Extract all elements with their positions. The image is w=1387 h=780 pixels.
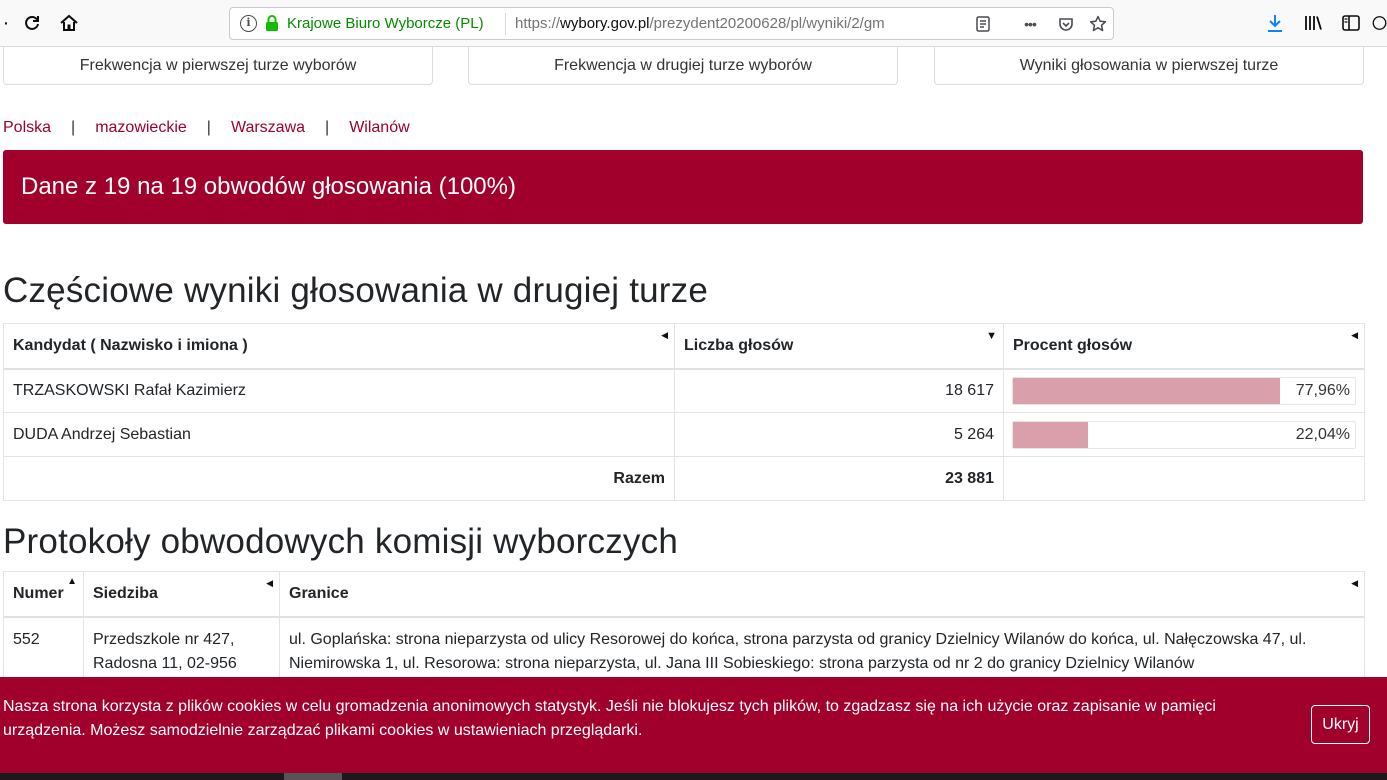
sidebar-icon[interactable] <box>1337 9 1365 37</box>
protocols-heading: Protokoły obwodowych komisji wyborczych <box>3 522 678 561</box>
breadcrumb-separator: | <box>206 119 211 136</box>
breadcrumb-link-city[interactable]: Warszawa <box>231 119 305 136</box>
vote-count: 18 617 <box>674 368 1004 413</box>
percent-label: 22,04% <box>1295 425 1350 443</box>
column-header-label: Siedziba <box>93 584 158 602</box>
breadcrumb-separator: | <box>71 119 76 136</box>
results-heading: Częściowe wyniki głosowania w drugiej tu… <box>3 271 709 310</box>
breadcrumb-link-district[interactable]: Wilanów <box>349 119 409 136</box>
reader-view-icon[interactable] <box>971 12 995 36</box>
tab-turnout-first-round[interactable]: Frekwencja w pierwszej turze wyborów <box>3 47 433 85</box>
table-row[interactable]: 552 Przedszkole nr 427, Radosna 11, 02-9… <box>3 616 1365 687</box>
percent-bar-fill <box>1013 421 1089 448</box>
tab-turnout-second-round[interactable]: Frekwencja w drugiej turze wyborów <box>468 47 898 85</box>
sort-left-icon: ◀ <box>1351 578 1358 588</box>
column-header-label: Liczba głosów <box>684 336 794 354</box>
url-separator <box>505 13 506 35</box>
results-header-row: Kandydat ( Nazwisko i imiona ) ◀ Liczba g… <box>3 323 1365 370</box>
column-header-number[interactable]: Numer ▲ <box>3 571 84 618</box>
district-seat: Przedszkole nr 427, Radosna 11, 02-956 <box>83 616 280 687</box>
total-empty-cell <box>1003 456 1365 501</box>
column-header-percent[interactable]: Procent głosów ◀ <box>1003 323 1365 370</box>
candidate-name: DUDA Andrzej Sebastian <box>3 412 675 457</box>
results-table: Kandydat ( Nazwisko i imiona ) ◀ Liczba g… <box>3 323 1365 501</box>
info-icon[interactable]: i <box>240 15 257 32</box>
data-coverage-banner: Dane z 19 na 19 obwodów głosowania (100%… <box>3 150 1363 224</box>
pocket-icon[interactable] <box>1054 12 1078 36</box>
sort-up-icon: ▲ <box>67 576 77 587</box>
percent-bar-fill <box>1013 377 1280 404</box>
home-icon[interactable] <box>55 9 83 37</box>
column-header-label: Procent głosów <box>1013 336 1133 354</box>
tab-results-first-round[interactable]: Wyniki głosowania w pierwszej turze <box>934 47 1364 85</box>
total-row: Razem 23 881 <box>3 456 1365 501</box>
sort-left-icon: ◀ <box>266 578 273 588</box>
url-text[interactable]: https://wybory.gov.pl/prezydent20200628/… <box>515 15 933 32</box>
browser-toolbar: · i Krajowe Biuro Wyborcze (PL) https://… <box>0 0 1387 47</box>
cookie-banner: Nasza strona korzysta z plików cookies w… <box>0 677 1387 773</box>
breadcrumb-link-voivodeship[interactable]: mazowieckie <box>95 119 187 136</box>
os-taskbar <box>0 773 1387 780</box>
breadcrumb: Polska | mazowieckie | Warszawa | Wilanów <box>3 119 410 137</box>
taskbar-item[interactable] <box>284 773 342 780</box>
sort-down-icon: ▼ <box>986 330 997 342</box>
column-header-votes[interactable]: Liczba głosów ▼ <box>674 323 1004 370</box>
url-bar[interactable]: i Krajowe Biuro Wyborcze (PL) https://wy… <box>229 7 1114 40</box>
back-button-partial[interactable]: · <box>0 9 20 37</box>
table-row: DUDA Andrzej Sebastian 5 264 22,04% <box>3 412 1365 457</box>
site-identity[interactable]: Krajowe Biuro Wyborcze (PL) <box>287 15 484 32</box>
protocols-table: Numer ▲ Siedziba ◀ Granice ◀ 552 Przedszkol… <box>3 571 1365 687</box>
column-header-label: Numer <box>13 584 64 602</box>
total-votes: 23 881 <box>674 456 1004 501</box>
percent-label: 77,96% <box>1295 381 1350 399</box>
banner-text: Dane z 19 na 19 obwodów głosowania (100%… <box>21 173 516 200</box>
breadcrumb-link-country[interactable]: Polska <box>3 119 51 136</box>
percent-cell: 22,04% <box>1003 412 1365 457</box>
library-icon[interactable] <box>1299 9 1327 37</box>
download-icon[interactable] <box>1261 9 1289 37</box>
page-actions-icon[interactable]: ••• <box>1018 12 1042 36</box>
reload-icon[interactable] <box>18 9 46 37</box>
candidate-name: TRZASKOWSKI Rafał Kazimierz <box>3 368 675 413</box>
percent-cell: 77,96% <box>1003 368 1365 413</box>
vote-count: 5 264 <box>674 412 1004 457</box>
percent-bar: 22,04% <box>1012 420 1356 449</box>
column-header-candidate[interactable]: Kandydat ( Nazwisko i imiona ) ◀ <box>3 323 675 370</box>
lock-icon[interactable] <box>265 14 279 36</box>
top-nav-tabs: Frekwencja w pierwszej turze wyborów Fre… <box>0 47 1387 87</box>
district-bounds: ul. Goplańska: strona nieparzysta od uli… <box>279 616 1365 687</box>
column-header-label: Kandydat ( Nazwisko i imiona ) <box>13 336 248 354</box>
column-header-seat[interactable]: Siedziba ◀ <box>83 571 280 618</box>
account-icon-partial[interactable] <box>1372 9 1387 37</box>
breadcrumb-separator: | <box>325 119 330 136</box>
total-label: Razem <box>3 456 675 501</box>
sort-left-icon: ◀ <box>661 330 668 340</box>
sort-left-icon: ◀ <box>1351 330 1358 340</box>
percent-bar: 77,96% <box>1012 376 1356 405</box>
cookie-text: Nasza strona korzysta z plików cookies w… <box>3 698 1216 739</box>
bookmark-star-icon[interactable] <box>1086 12 1110 36</box>
table-row: TRZASKOWSKI Rafał Kazimierz 18 617 77,96… <box>3 368 1365 413</box>
protocols-header-row: Numer ▲ Siedziba ◀ Granice ◀ <box>3 571 1365 618</box>
column-header-bounds[interactable]: Granice ◀ <box>279 571 1365 618</box>
column-header-label: Granice <box>289 584 349 602</box>
district-number[interactable]: 552 <box>3 616 84 687</box>
cookie-hide-button[interactable]: Ukryj <box>1311 705 1370 744</box>
